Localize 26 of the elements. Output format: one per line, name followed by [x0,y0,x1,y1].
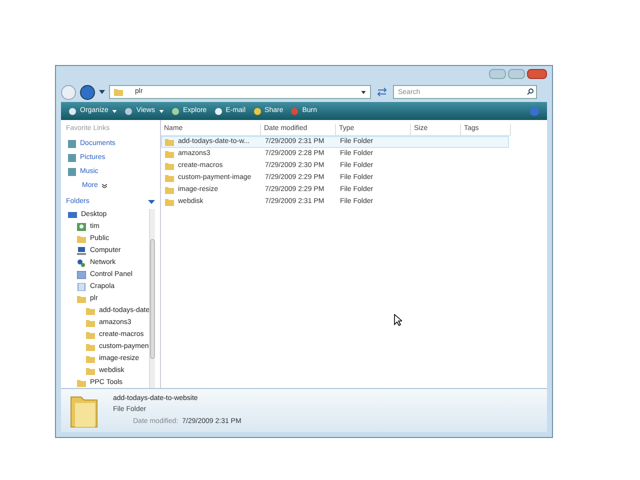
toolbar-item-icon [172,108,179,114]
desktop-icon [68,211,77,219]
mouse-cursor-icon [394,314,402,326]
chevron-icon [102,184,107,188]
folder-icon [77,235,86,243]
toolbar-item-icon [291,108,298,114]
toolbar-item-icon [214,108,222,114]
close-button[interactable] [527,69,547,79]
user-icon [77,223,86,231]
chevron-icon[interactable] [148,200,155,204]
toolbar-item-icon [254,108,261,114]
forward-button[interactable] [80,84,95,100]
document-icon [77,283,86,291]
caret-icon[interactable] [99,90,105,94]
caret-icon[interactable] [361,90,366,94]
caret-icon [112,110,118,112]
refresh-icon[interactable] [375,86,389,98]
caret-icon [158,110,164,112]
panel-icon [77,271,86,279]
search-icon [527,88,534,95]
computer-icon [77,247,86,255]
folder-icon [114,88,123,96]
toolbar-item-icon [69,108,76,114]
network-icon [77,259,86,267]
toolbar-item-icon [125,108,132,114]
scrollbar[interactable] [149,209,155,388]
